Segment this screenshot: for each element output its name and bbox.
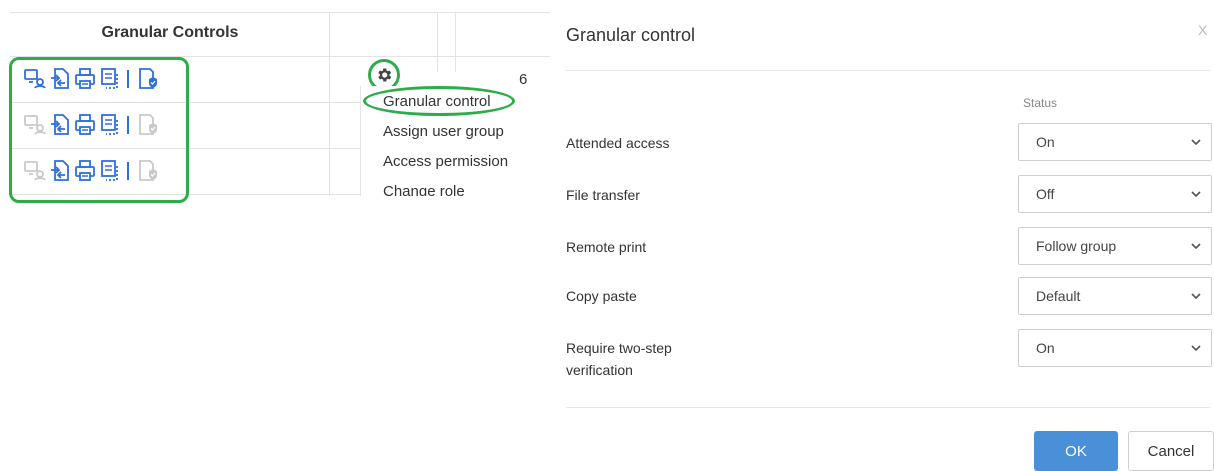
highlight-icons-annotation (9, 57, 189, 203)
table-column-divider (455, 12, 456, 72)
label-attended-access: Attended access (566, 135, 670, 151)
granular-controls-table: Granular Controls 6 Granular control Ass… (0, 0, 560, 210)
select-value: On (1036, 340, 1055, 356)
menu-item-access-permission[interactable]: Access permission (383, 153, 508, 170)
dialog-title: Granular control (566, 25, 696, 45)
ok-button[interactable]: OK (1034, 431, 1118, 471)
dialog-footer-divider (566, 407, 1210, 408)
cancel-button[interactable]: Cancel (1128, 431, 1214, 471)
chevron-down-icon (1191, 243, 1201, 250)
select-value: Follow group (1036, 238, 1117, 254)
highlight-menu-annotation (363, 86, 515, 116)
chevron-down-icon (1191, 191, 1201, 198)
label-require-two-step-verification: Require two-step verification (566, 337, 672, 381)
label-remote-print: Remote print (566, 239, 647, 255)
close-button[interactable]: X (1198, 22, 1207, 38)
table-column-divider (437, 12, 438, 72)
select-file-transfer[interactable]: Off (1018, 175, 1212, 213)
label-line: verification (566, 362, 633, 378)
status-column-header: Status (1023, 96, 1058, 110)
gear-icon (378, 68, 392, 82)
label-copy-paste: Copy paste (566, 288, 637, 304)
dialog-header-divider (566, 70, 1210, 71)
select-remote-print[interactable]: Follow group (1018, 227, 1212, 265)
select-value: On (1036, 134, 1055, 150)
chevron-down-icon (1191, 345, 1201, 352)
select-attended-access[interactable]: On (1018, 123, 1212, 161)
select-value: Off (1036, 186, 1055, 202)
select-two-step-verification[interactable]: On (1018, 329, 1212, 367)
table-top-border (10, 12, 550, 13)
chevron-down-icon (1191, 139, 1201, 146)
column-header-granular-controls: Granular Controls (101, 24, 239, 41)
menu-item-assign-user-group[interactable]: Assign user group (383, 123, 504, 140)
menu-item-change-role[interactable]: Change role (383, 183, 465, 196)
label-line: Require two-step (566, 340, 672, 356)
label-file-transfer: File transfer (566, 187, 640, 203)
granular-control-dialog: Granular control X Status Attended acces… (550, 0, 1214, 471)
select-copy-paste[interactable]: Default (1018, 277, 1212, 315)
chevron-down-icon (1191, 293, 1201, 300)
select-value: Default (1036, 288, 1081, 304)
